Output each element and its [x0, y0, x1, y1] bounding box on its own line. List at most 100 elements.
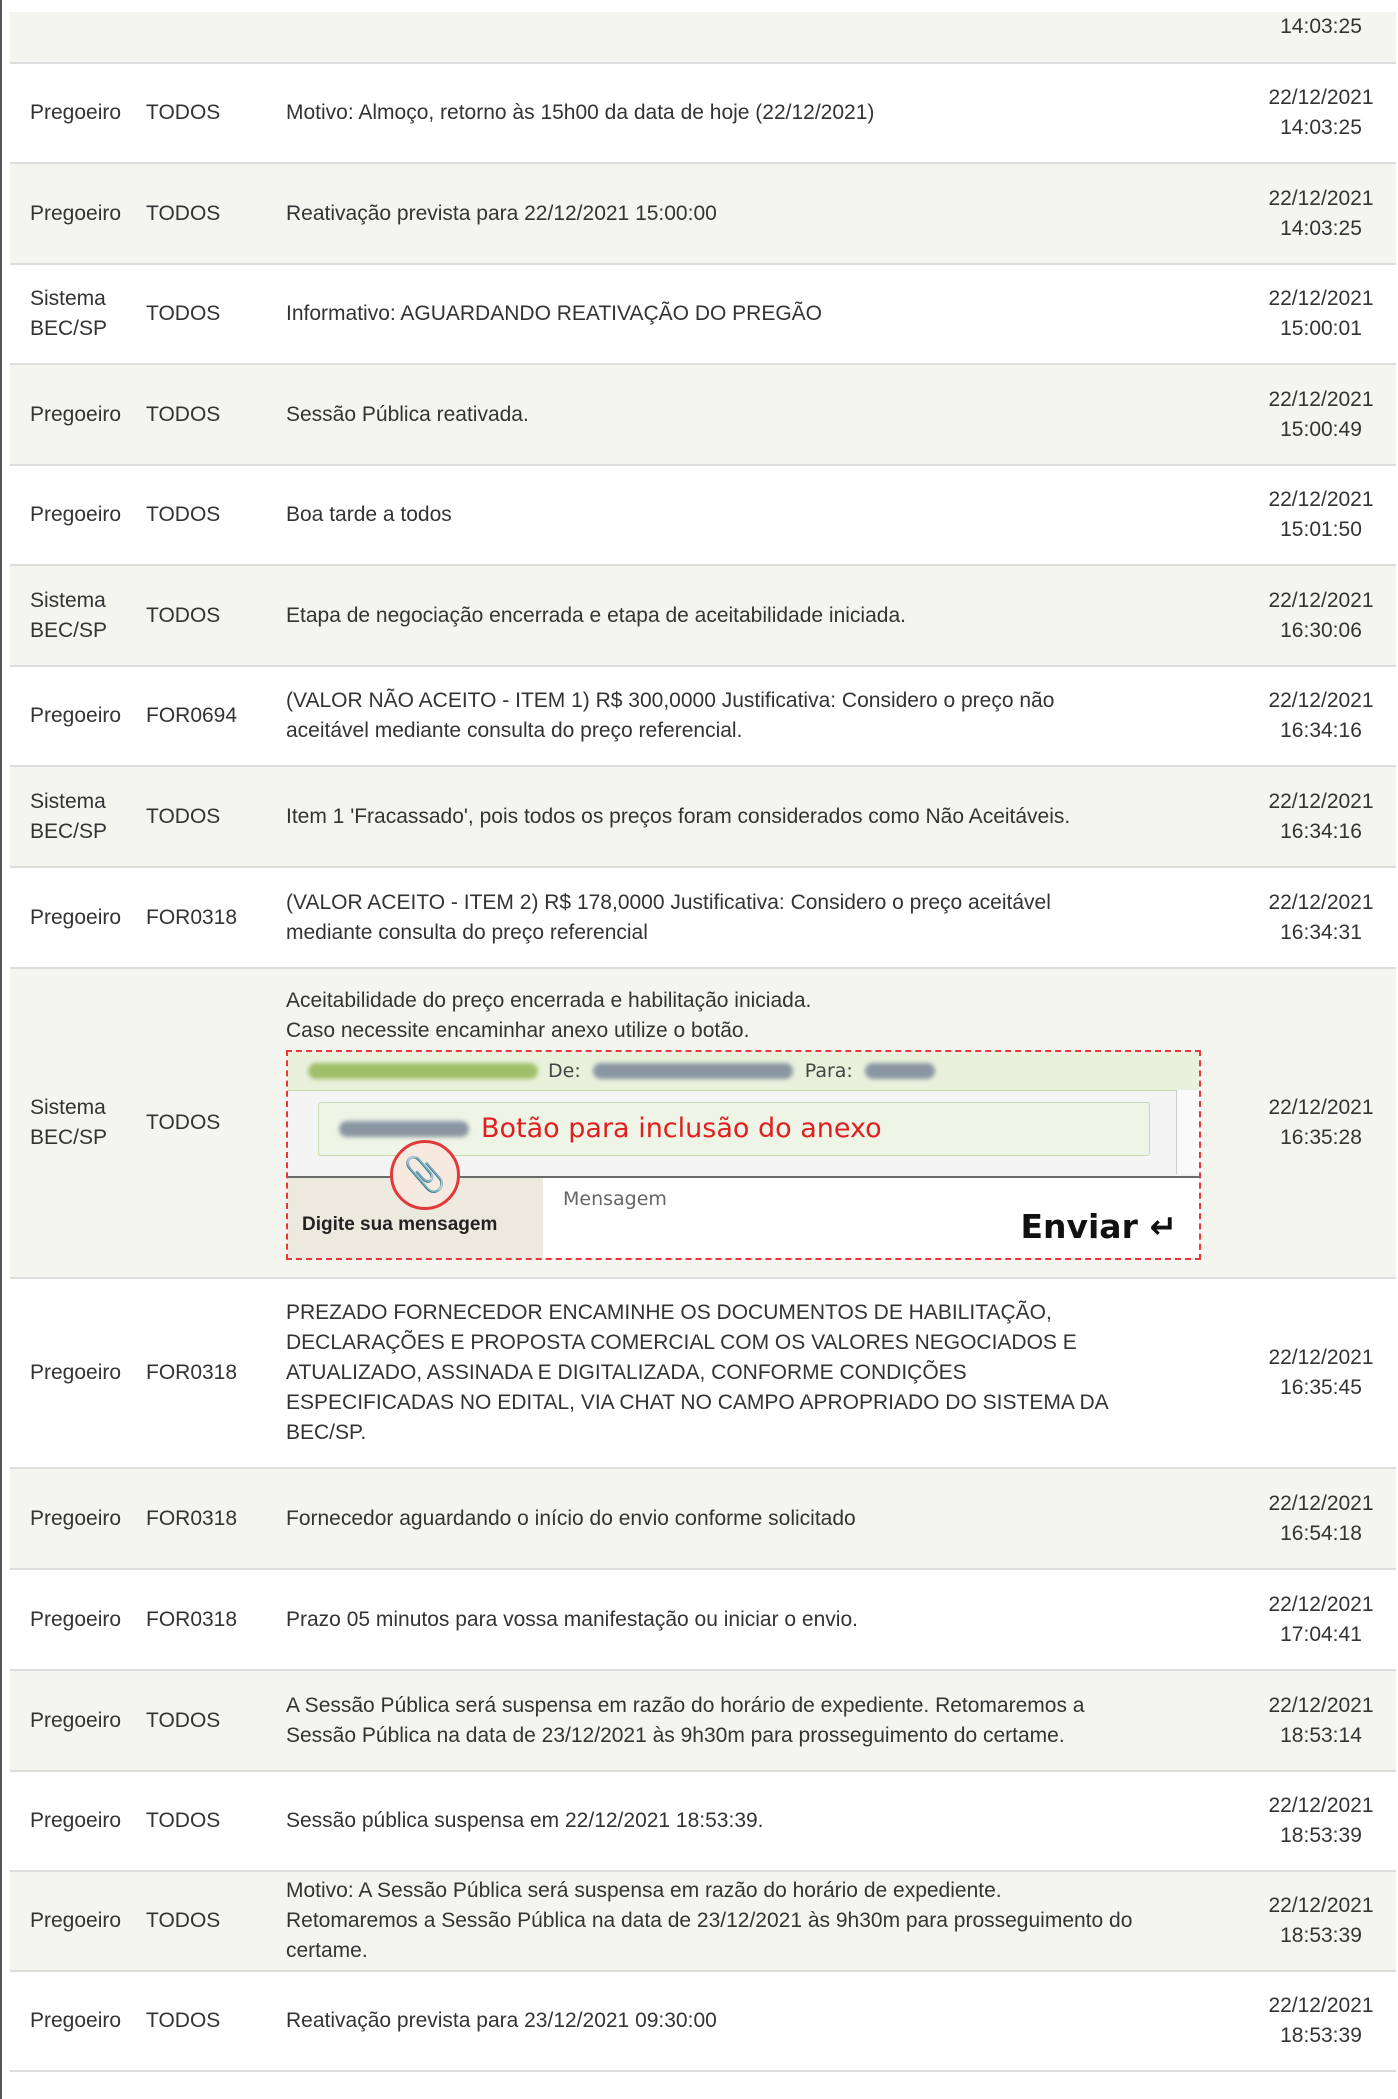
message-datetime: 22/12/2021 16:35:45	[1256, 1343, 1386, 1403]
message-date: 22/12/2021	[1268, 1346, 1374, 1369]
message-date: 22/12/2021	[1268, 1096, 1374, 1119]
message-recipient: TODOS	[146, 804, 221, 828]
sender-line: Sistema	[30, 588, 106, 612]
table-row: 14:03:25	[10, 12, 1396, 64]
sender-line: Pregoeiro	[30, 1506, 122, 1530]
message-line: Reativação prevista para 23/12/2021 09:3…	[286, 2009, 717, 2032]
sender-line: BEC/SP	[30, 1126, 108, 1149]
message-line: Aceitabilidade do preço encerrada e habi…	[286, 989, 812, 1012]
message-line: A Sessão Pública será suspensa em razão …	[286, 1693, 1085, 1717]
message-date: 22/12/2021	[1268, 1994, 1374, 2017]
message-line: (VALOR NÃO ACEITO - ITEM 1) R$ 300,0000 …	[286, 689, 1055, 712]
message-line: aceitável mediante consulta do preço ref…	[286, 719, 743, 742]
message-date: 22/12/2021	[1268, 488, 1374, 511]
sender-line: Pregoeiro	[30, 2009, 122, 2032]
message-recipient: FOR0694	[146, 704, 238, 727]
table-row: Pregoeiro FOR0318 (VALOR ACEITO - ITEM 2) …	[10, 868, 1396, 969]
message-recipient: TODOS	[146, 101, 221, 124]
message-line: (VALOR ACEITO - ITEM 2) R$ 178,0000 Just…	[286, 890, 1051, 914]
de-label: De:	[548, 1060, 581, 1082]
message-text: Motivo: Almoço, retorno às 15h00 da data…	[286, 98, 1256, 128]
table-row: Pregoeiro TODOS Reativação prevista para 2…	[10, 164, 1396, 265]
message-datetime: 22/12/2021 14:03:25	[1256, 83, 1386, 143]
sender-line: Sistema	[30, 1096, 106, 1119]
message-text: A Sessão Pública será suspensa em razão …	[286, 1691, 1256, 1751]
message-line: DECLARAÇÕES E PROPOSTA COMERCIAL COM OS …	[286, 1331, 1077, 1354]
table-row: Pregoeiro TODOS Motivo: Almoço, retorno às…	[10, 64, 1396, 164]
message-time: 15:00:01	[1280, 317, 1362, 340]
message-date: 22/12/2021	[1268, 588, 1374, 612]
message-time: 16:35:28	[1280, 1126, 1362, 1149]
message-datetime: 22/12/2021 16:54:18	[1256, 1489, 1386, 1549]
message-text: Boa tarde a todos	[286, 500, 1256, 530]
message-sender: Pregoeiro	[10, 701, 146, 731]
message-text: (VALOR ACEITO - ITEM 2) R$ 178,0000 Just…	[286, 888, 1256, 948]
message-time: 16:30:06	[1280, 618, 1362, 642]
message-line: Sessão Pública reativada.	[286, 402, 529, 426]
sender-line: Pregoeiro	[30, 402, 122, 426]
table-row: Sistema BEC/SP TODOS Informativo: AGUARDAND…	[10, 265, 1396, 365]
message-time: 18:53:39	[1280, 1924, 1362, 1947]
message-recipient: FOR0318	[146, 1607, 238, 1631]
blurred-date	[308, 1063, 538, 1079]
table-row: Pregoeiro FOR0318 PREZADO FORNECEDOR ENCAM…	[10, 1279, 1396, 1469]
table-row: Pregoeiro TODOS Reativação prevista para 2…	[10, 1972, 1396, 2072]
message-datetime: 22/12/2021 17:04:41	[1256, 1590, 1386, 1650]
message-time: 18:53:39	[1280, 1824, 1362, 1847]
message-date: 22/12/2021	[1268, 1894, 1374, 1917]
message-line: Sessão Pública na data de 23/12/2021 às …	[286, 1723, 1065, 1747]
message-datetime: 22/12/2021 15:00:01	[1256, 284, 1386, 344]
compose-tab: 📎 Digite sua mensagem	[288, 1140, 543, 1258]
sender-line: BEC/SP	[30, 317, 108, 340]
message-text: (VALOR NÃO ACEITO - ITEM 1) R$ 300,0000 …	[286, 686, 1256, 746]
message-line: Motivo: A Sessão Pública será suspensa e…	[286, 1879, 1002, 1902]
message-sender: Sistema BEC/SP	[10, 586, 146, 646]
message-datetime: 22/12/2021 16:34:16	[1256, 787, 1386, 847]
para-label: Para:	[804, 1060, 853, 1082]
message-datetime: 22/12/2021 16:30:06	[1256, 586, 1386, 646]
table-row: Pregoeiro FOR0318 Fornecedor aguardando o …	[10, 1469, 1396, 1570]
message-recipient: TODOS	[146, 1111, 221, 1134]
message-sender: Pregoeiro	[10, 1906, 146, 1936]
message-date: 22/12/2021	[1268, 186, 1374, 210]
message-time: 14:03:25	[1280, 116, 1362, 139]
message-time: 15:01:50	[1280, 518, 1362, 541]
send-button: Enviar ↵	[1020, 1207, 1177, 1246]
table-row: Sistema BEC/SP TODOS Item 1 'Fracassado', p…	[10, 767, 1396, 868]
message-time: 16:34:16	[1280, 819, 1362, 843]
message-sender: Pregoeiro	[10, 1806, 146, 1836]
message-text: Item 1 'Fracassado', pois todos os preço…	[286, 802, 1256, 832]
message-line: Etapa de negociação encerrada e etapa de…	[286, 603, 906, 627]
message-recipient: TODOS	[146, 1708, 221, 1732]
message-text: Reativação prevista para 22/12/2021 15:0…	[286, 199, 1256, 229]
message-sender: Sistema BEC/SP	[10, 1093, 146, 1153]
message-date: 22/12/2021	[1268, 890, 1374, 914]
table-row: Pregoeiro TODOS Sessão pública suspensa em…	[10, 1772, 1396, 1872]
message-sender: Pregoeiro	[10, 1605, 146, 1635]
message-date: 22/12/2021	[1268, 1592, 1374, 1616]
table-row: Sistema BEC/SP TODOS Etapa de negociação en…	[10, 566, 1396, 667]
sender-line: Pregoeiro	[30, 201, 122, 225]
sender-line: Pregoeiro	[30, 1607, 122, 1631]
message-time: 14:03:25	[1280, 216, 1362, 240]
message-sender: Pregoeiro	[10, 500, 146, 530]
chat-log: 14:03:25 Pregoeiro TODOS Motivo: Almoço, r…	[10, 12, 1396, 2072]
message-recipient: TODOS	[146, 201, 221, 225]
message-time: 18:53:39	[1280, 2024, 1362, 2047]
message-text: Informativo: AGUARDANDO REATIVAÇÃO DO PR…	[286, 299, 1256, 329]
message-sender: Pregoeiro	[10, 1358, 146, 1388]
annotation-text: Botão para inclusão do anexo	[481, 1113, 882, 1144]
message-line: Reativação prevista para 22/12/2021 15:0…	[286, 201, 717, 225]
message-datetime: 22/12/2021 16:35:28	[1256, 1093, 1386, 1153]
message-text: Aceitabilidade do preço encerrada e habi…	[286, 986, 1256, 1260]
message-text: Fornecedor aguardando o início do envio …	[286, 1504, 1256, 1534]
blurred-message	[339, 1121, 469, 1137]
table-row: Pregoeiro FOR0694 (VALOR NÃO ACEITO - ITEM…	[10, 667, 1396, 767]
message-line: ATUALIZADO, ASSINADA E DIGITALIZADA, CON…	[286, 1361, 967, 1384]
table-row: Pregoeiro TODOS Boa tarde a todos 22/12/202…	[10, 466, 1396, 566]
message-datetime: 22/12/2021 18:53:39	[1256, 1791, 1386, 1851]
table-row: Pregoeiro TODOS Sessão Pública reativada. 2…	[10, 365, 1396, 466]
message-date: 22/12/2021	[1268, 1794, 1374, 1817]
message-time: 16:54:18	[1280, 1521, 1362, 1545]
compose-tab-label: Digite sua mensagem	[302, 1214, 498, 1235]
